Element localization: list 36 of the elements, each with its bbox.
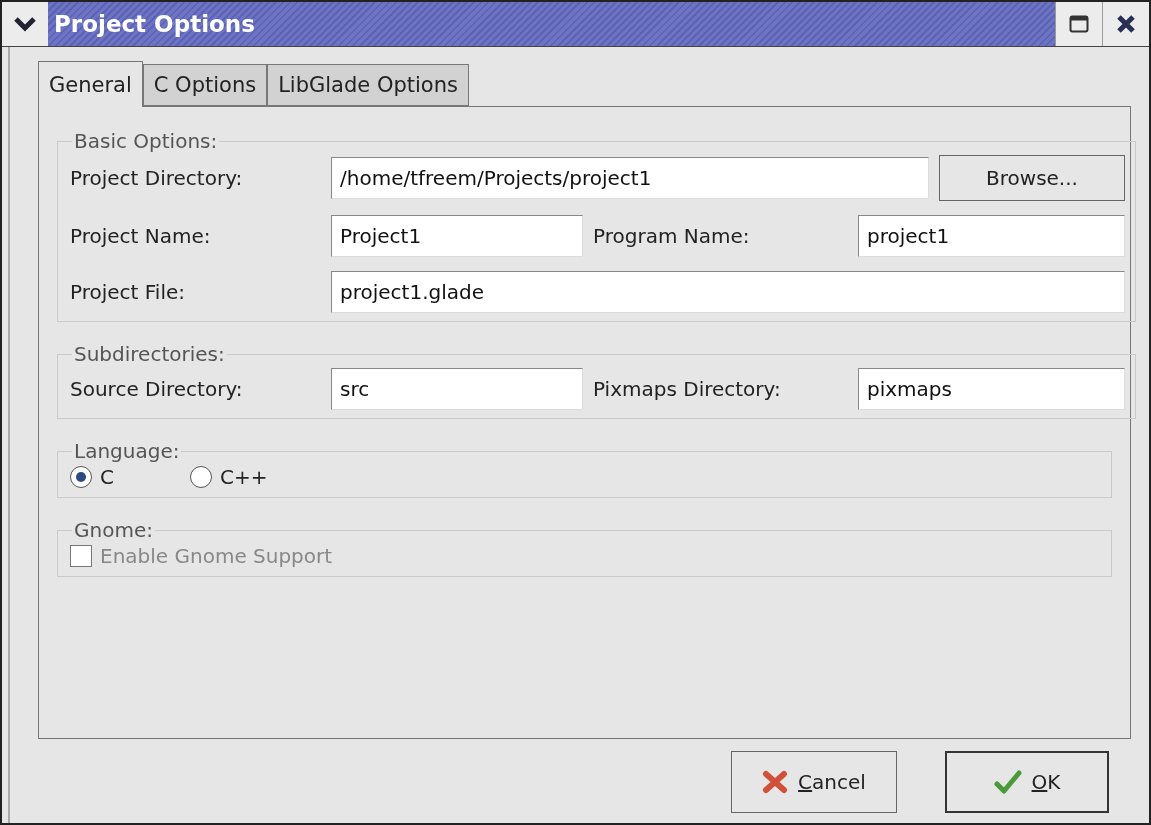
- tab[interactable]: General: [38, 61, 143, 107]
- field-label: Project File:: [70, 280, 186, 304]
- close-icon: [1115, 13, 1137, 35]
- field-label: Pixmaps Directory:: [593, 377, 782, 401]
- frame-title: Gnome:: [73, 518, 154, 542]
- field-label: Program Name:: [593, 224, 751, 248]
- window-title: Project Options: [53, 10, 256, 39]
- frame-title: Subdirectories:: [73, 342, 226, 366]
- menu-button[interactable]: [2, 2, 48, 46]
- checkbox-label: Enable Gnome Support: [100, 544, 333, 568]
- frame-title: Basic Options:: [73, 129, 219, 153]
- tab[interactable]: C Options: [142, 64, 268, 106]
- maximize-icon: [1069, 15, 1089, 33]
- text-field[interactable]: project1.glade: [331, 271, 1125, 313]
- text-field[interactable]: project1: [858, 215, 1125, 257]
- field-label: Project Directory:: [70, 166, 244, 190]
- radio-button[interactable]: [190, 466, 212, 488]
- field-label: Source Directory:: [70, 377, 244, 401]
- chevron-down-icon: [13, 15, 37, 33]
- cancel-button[interactable]: Cancel: [731, 751, 897, 813]
- text-field[interactable]: /home/tfreem/Projects/project1: [331, 157, 929, 199]
- close-button[interactable]: [1102, 2, 1149, 46]
- text-field[interactable]: src: [331, 368, 583, 410]
- tab[interactable]: LibGlade Options: [267, 64, 469, 106]
- cross-icon: [762, 770, 789, 794]
- checkmark-icon: [993, 769, 1022, 795]
- radio-label: C++: [220, 465, 268, 489]
- ok-button[interactable]: OK: [945, 751, 1109, 813]
- frame-title: Language:: [73, 439, 181, 463]
- radio-button[interactable]: [70, 466, 92, 488]
- radio-label: C: [100, 465, 114, 489]
- maximize-button[interactable]: [1055, 2, 1102, 46]
- field-label: Project Name:: [70, 224, 212, 248]
- text-field[interactable]: pixmaps: [858, 368, 1125, 410]
- browse-button[interactable]: Browse...: [939, 155, 1125, 201]
- text-field[interactable]: Project1: [331, 215, 583, 257]
